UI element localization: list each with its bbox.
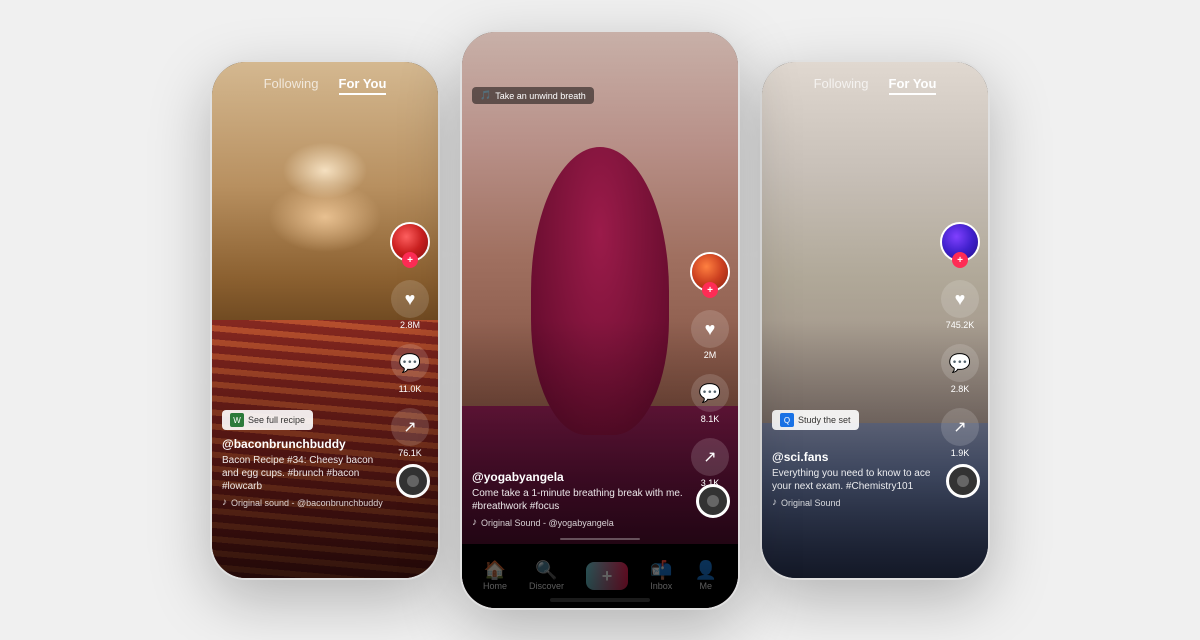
following-tab[interactable]: Following <box>264 76 319 95</box>
center-like-button[interactable]: ♥ 2M <box>691 310 729 360</box>
right-share-count: 1.9K <box>951 448 970 458</box>
sound-row: ♪ Original sound - @baconbrunchbuddy <box>222 497 383 508</box>
center-sound-row: ♪ Original Sound - @yogabyangela <box>472 517 683 528</box>
record-inner <box>407 475 419 487</box>
right-for-you-tab[interactable]: For You <box>889 76 937 95</box>
center-follow-badge[interactable]: + <box>702 282 718 298</box>
scroll-bar <box>560 538 640 540</box>
right-avatar-action[interactable]: + <box>940 222 980 266</box>
right-sound-row: ♪ Original Sound <box>772 497 933 508</box>
like-button[interactable]: ♥ 2.8M <box>391 280 429 330</box>
share-count: 76.1K <box>398 448 422 458</box>
username[interactable]: @baconbrunchbuddy <box>222 437 383 451</box>
right-top-tabs: Following For You <box>762 76 988 95</box>
side-actions: + ♥ 2.8M 💬 11.0K ↗ 76.1K <box>390 222 430 458</box>
recipe-label: See full recipe <box>248 415 305 425</box>
right-phone: Following For You + ♥ 745.2K 💬 2.8K ↗ 1.… <box>760 60 990 580</box>
study-label: Study the set <box>798 415 851 425</box>
music-note-icon: ♪ <box>222 497 227 508</box>
center-share-button[interactable]: ↗ 3.1K <box>691 438 729 488</box>
description: Bacon Recipe #34: Cheesy bacon and egg c… <box>222 454 383 493</box>
right-record-disc <box>946 464 980 498</box>
bottom-info: @baconbrunchbuddy Bacon Recipe #34: Chee… <box>222 437 383 508</box>
right-like-button[interactable]: ♥ 745.2K <box>941 280 979 330</box>
left-phone: Following For You + ♥ 2.8M 💬 11.0K ↗ 76.… <box>210 60 440 580</box>
study-icon: Q <box>780 413 794 427</box>
follow-badge[interactable]: + <box>402 252 418 268</box>
recipe-badge[interactable]: W See full recipe <box>222 410 313 430</box>
study-badge[interactable]: Q Study the set <box>772 410 859 430</box>
center-side-actions: + ♥ 2M 💬 8.1K ↗ 3.1K <box>690 252 730 488</box>
right-like-count: 745.2K <box>946 320 975 330</box>
top-tabs: Following For You <box>212 76 438 95</box>
right-share-button[interactable]: ↗ 1.9K <box>941 408 979 458</box>
right-follow-badge[interactable]: + <box>952 252 968 268</box>
center-avatar-action[interactable]: + <box>690 252 730 296</box>
center-username[interactable]: @yogabyangela <box>472 470 683 484</box>
center-music-note-icon: ♪ <box>472 517 477 528</box>
breath-badge[interactable]: 🎵 Take an unwind breath <box>472 87 594 104</box>
record-disc <box>396 464 430 498</box>
right-music-note-icon: ♪ <box>772 497 777 508</box>
share-button[interactable]: ↗ 76.1K <box>391 408 429 458</box>
center-phone: 🎵 Take an unwind breath + ♥ 2M 💬 8.1K ↗ <box>460 30 740 610</box>
right-comment-button[interactable]: 💬 2.8K <box>941 344 979 394</box>
center-description: Come take a 1-minute breathing break wit… <box>472 487 683 513</box>
comment-button[interactable]: 💬 11.0K <box>391 344 429 394</box>
right-side-actions: + ♥ 745.2K 💬 2.8K ↗ 1.9K <box>940 222 980 458</box>
right-sound-text: Original Sound <box>781 498 841 508</box>
center-like-count: 2M <box>704 350 717 360</box>
recipe-icon: W <box>230 413 244 427</box>
right-following-tab[interactable]: Following <box>814 76 869 95</box>
center-comment-button[interactable]: 💬 8.1K <box>691 374 729 424</box>
sound-text: Original sound - @baconbrunchbuddy <box>231 498 383 508</box>
right-record-inner <box>957 475 969 487</box>
right-bottom-info: @sci.fans Everything you need to know to… <box>772 450 933 508</box>
center-bottom-info: @yogabyangela Come take a 1-minute breat… <box>472 470 683 528</box>
avatar-action[interactable]: + <box>390 222 430 266</box>
like-count: 2.8M <box>400 320 420 330</box>
right-username[interactable]: @sci.fans <box>772 450 933 464</box>
right-description: Everything you need to know to ace your … <box>772 467 933 493</box>
breath-label: Take an unwind breath <box>495 91 586 101</box>
center-comment-count: 8.1K <box>701 414 720 424</box>
breath-icon: 🎵 <box>480 90 491 101</box>
for-you-tab[interactable]: For You <box>339 76 387 95</box>
comment-count: 11.0K <box>399 384 422 394</box>
center-record-disc <box>696 484 730 518</box>
center-record-inner <box>707 495 719 507</box>
right-comment-count: 2.8K <box>951 384 970 394</box>
center-sound-text: Original Sound - @yogabyangela <box>481 518 614 528</box>
